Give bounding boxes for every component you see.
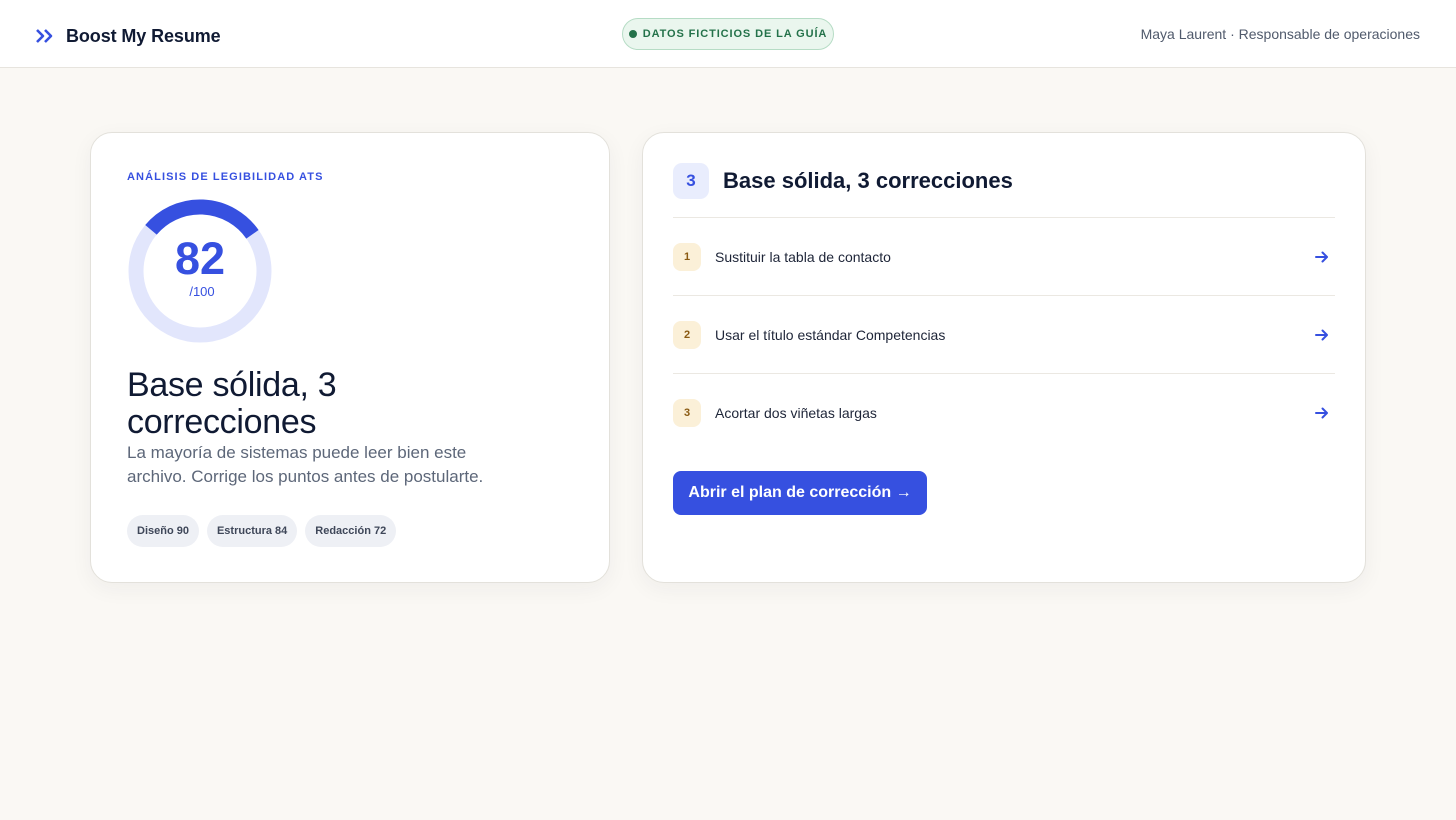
fix-item-3[interactable]: 3 Acortar dos viñetas largas xyxy=(673,373,1335,451)
chip-structure-score: Estructura 84 xyxy=(206,515,298,547)
demo-data-badge: DATOS FICTICIOS DE LA GUÍA xyxy=(622,18,834,50)
fix-item-2[interactable]: 2 Usar el título estándar Competencias xyxy=(673,295,1335,373)
top-bar: Boost My Resume DATOS FICTICIOS DE LA GU… xyxy=(0,0,1456,68)
arrow-right-icon[interactable] xyxy=(1315,406,1329,420)
fix-number-badge: 2 xyxy=(673,320,701,349)
fix-label: Usar el título estándar Competencias xyxy=(715,326,946,343)
score-gauge: 82 /100 xyxy=(127,198,273,344)
chip-design-score: Diseño 90 xyxy=(127,515,199,547)
sub-score-chips: Diseño 90 Estructura 84 Redacción 72 xyxy=(127,515,397,547)
double-chevron-right-icon xyxy=(36,29,53,43)
fix-label: Sustituir la tabla de contacto xyxy=(715,248,891,265)
user-identity: Maya Laurent · Responsable de operacione… xyxy=(1140,26,1420,42)
demo-data-label: DATOS FICTICIOS DE LA GUÍA xyxy=(642,28,828,40)
chip-writing-score: Redacción 72 xyxy=(305,515,397,547)
fixes-header: 3 Base sólida, 3 correcciones xyxy=(673,163,1013,199)
brand-name: Boost My Resume xyxy=(66,25,221,46)
status-dot-icon xyxy=(628,30,637,38)
arrow-right-icon[interactable] xyxy=(1315,328,1329,342)
fix-number-badge: 3 xyxy=(673,398,701,427)
fix-label: Acortar dos viñetas largas xyxy=(715,404,877,421)
fixes-title: Base sólida, 3 correcciones xyxy=(723,168,1013,193)
fix-number-badge: 1 xyxy=(673,242,701,271)
score-ring-progress xyxy=(145,199,259,239)
fix-item-1[interactable]: 1 Sustituir la tabla de contacto xyxy=(673,217,1335,295)
fix-count-badge: 3 xyxy=(673,163,709,199)
score-headline: Base sólida, 3 correcciones xyxy=(127,366,337,441)
fixes-card: 3 Base sólida, 3 correcciones 1 Sustitui… xyxy=(642,132,1366,583)
score-max: /100 xyxy=(189,284,215,299)
brand-logo[interactable]: Boost My Resume xyxy=(36,24,221,48)
open-fix-plan-button[interactable]: Abrir el plan de corrección → xyxy=(673,471,927,515)
score-value: 82 xyxy=(174,233,226,284)
ats-score-card: ANÁLISIS DE LEGIBILIDAD ATS 82 /100 Base… xyxy=(90,132,610,583)
section-eyebrow: ANÁLISIS DE LEGIBILIDAD ATS xyxy=(127,171,324,183)
arrow-right-icon[interactable] xyxy=(1315,250,1329,264)
fix-list: 1 Sustituir la tabla de contacto 2 Usar … xyxy=(673,217,1335,451)
score-description: La mayoría de sistemas puede leer bien e… xyxy=(127,443,484,486)
